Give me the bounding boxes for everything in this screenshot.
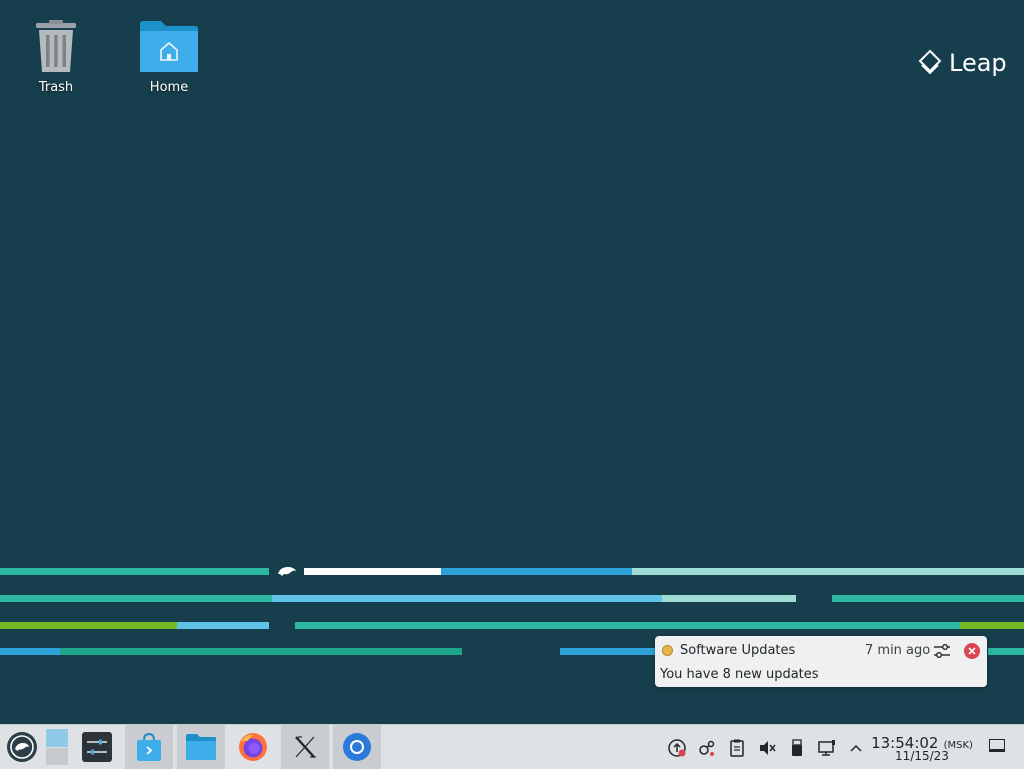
discover-button[interactable]: [125, 725, 173, 769]
desktop-icon-home[interactable]: Home: [124, 12, 214, 95]
desktop-icon-trash[interactable]: Trash: [11, 12, 101, 95]
configure-icon[interactable]: [933, 642, 951, 660]
notification-header: Software Updates 7 min ago: [655, 636, 987, 664]
stripe: [632, 568, 1024, 575]
stripe: [960, 622, 1024, 629]
x-icon: [295, 736, 316, 758]
chromium-button[interactable]: [333, 725, 381, 769]
stripe: [0, 595, 272, 602]
folder-icon: [186, 734, 216, 760]
taskbar: 13:54:02 (MSK) 11/15/23: [0, 724, 1024, 769]
stripe: [988, 648, 1024, 655]
pager-button[interactable]: [44, 725, 70, 769]
stripe: [304, 568, 441, 575]
leap-logo-icon: [918, 49, 942, 75]
notification-body: You have 8 new updates: [660, 667, 819, 682]
firefox-icon: [239, 733, 267, 761]
software-updates-icon: [662, 645, 673, 656]
expand-tray-icon[interactable]: [846, 738, 866, 758]
stripe: [295, 622, 960, 629]
stripe: [177, 622, 269, 629]
trash-label: Trash: [38, 80, 74, 95]
shopping-bag-icon: [137, 732, 161, 761]
stripe: [832, 595, 1024, 602]
system-settings-button[interactable]: [77, 725, 117, 769]
firefox-button[interactable]: [229, 725, 277, 769]
usb-icon[interactable]: [787, 738, 807, 758]
chromium-icon: [343, 733, 371, 761]
notification-time: 7 min ago: [865, 643, 931, 658]
trash-icon: [11, 12, 101, 74]
stripe: [0, 648, 60, 655]
home-folder-icon: [124, 12, 214, 74]
show-desktop-button[interactable]: [989, 739, 1005, 752]
dolphin-button[interactable]: [177, 725, 225, 769]
gecko-icon: [278, 567, 296, 576]
settings-sliders-icon: [82, 732, 112, 762]
application-launcher-button[interactable]: [2, 725, 42, 769]
stripe: [662, 595, 796, 602]
home-label: Home: [149, 80, 189, 95]
volume-muted-icon[interactable]: [757, 738, 777, 758]
stripe: [0, 622, 177, 629]
leap-text: Leap: [949, 49, 1007, 77]
stripe: [441, 568, 632, 575]
leap-branding: Leap: [918, 49, 1007, 77]
digital-clock[interactable]: 13:54:02 (MSK) 11/15/23: [868, 733, 976, 763]
close-icon[interactable]: [964, 643, 980, 659]
display-icon[interactable]: [817, 738, 837, 758]
clipboard-icon[interactable]: [727, 738, 747, 758]
xterm-button[interactable]: [281, 725, 329, 769]
update-icon[interactable]: [667, 738, 687, 758]
notification-popup[interactable]: Software Updates 7 min ago You have 8 ne…: [655, 636, 987, 687]
notification-title: Software Updates: [680, 643, 796, 658]
stripe: [60, 648, 462, 655]
stripe: [272, 595, 662, 602]
virtual-desktop-icon: [46, 729, 68, 765]
network-icon[interactable]: [697, 738, 717, 758]
stripe: [0, 568, 269, 575]
stripe: [560, 648, 660, 655]
opensuse-icon: [7, 732, 37, 762]
